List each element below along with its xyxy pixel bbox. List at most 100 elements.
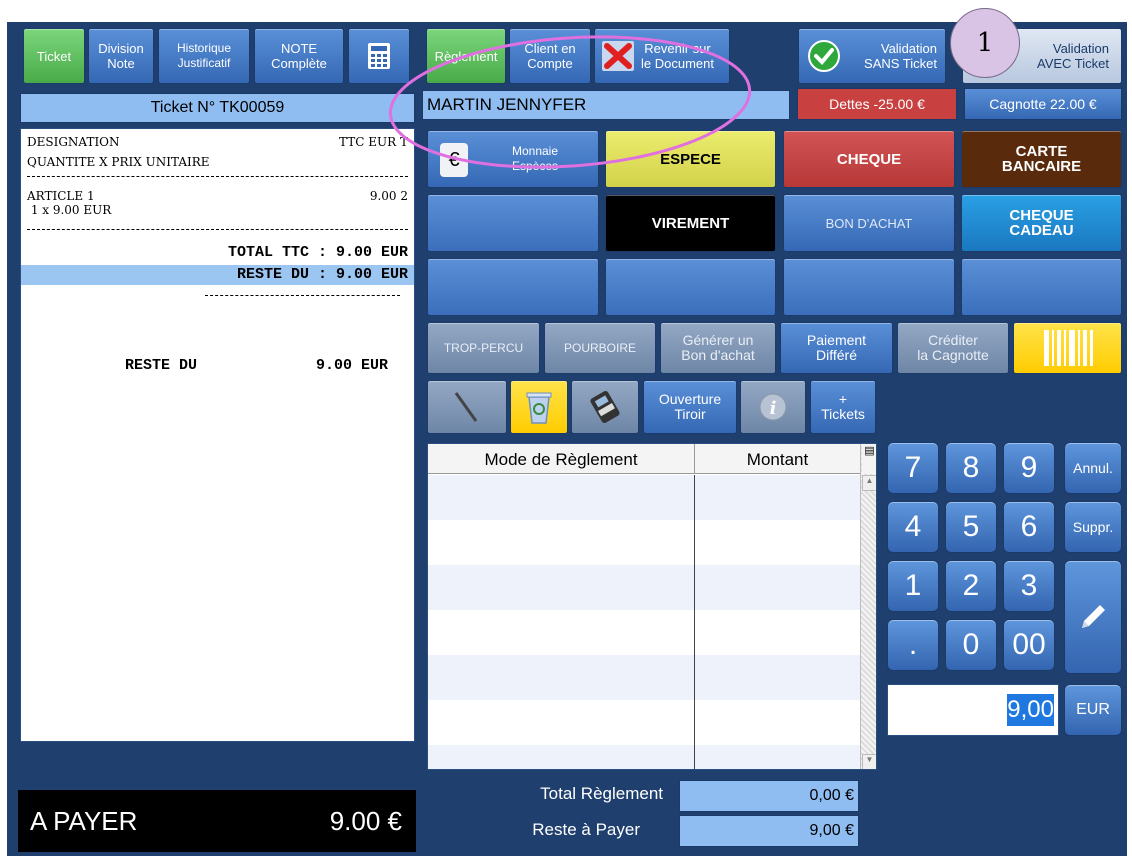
- card-terminal-icon: [590, 390, 620, 424]
- payment-empty-button[interactable]: [605, 258, 776, 316]
- ticket-article: ARTICLE 1: [27, 189, 95, 203]
- carte-bancaire-button[interactable]: CARTE BANCAIRE: [961, 130, 1122, 188]
- cheque-button[interactable]: CHEQUE: [783, 130, 955, 188]
- edit-value-button[interactable]: [1064, 560, 1122, 674]
- payment-empty-button[interactable]: [427, 194, 599, 252]
- svg-text:i: i: [770, 398, 777, 419]
- ticket-qte-prix: QUANTITE X PRIX UNITAIRE: [27, 155, 210, 169]
- calculator-button[interactable]: [348, 28, 410, 84]
- checkmark-icon: [808, 40, 840, 72]
- a-payer-label: A PAYER: [30, 805, 138, 836]
- monnaie-especes-button[interactable]: € Monnaie Espèces: [427, 130, 599, 188]
- ticket-separator: [27, 229, 408, 230]
- a-payer-value: 9.00 €: [329, 805, 402, 836]
- ticket-article-qty: 1 x 9.00 EUR: [27, 203, 112, 217]
- ticket-article-price: 9.00 2: [369, 189, 408, 203]
- annul-button[interactable]: Annul.: [1064, 442, 1122, 494]
- step-badge: 1: [950, 8, 1020, 78]
- crediter-cagnotte-button[interactable]: Créditer la Cagnotte: [897, 322, 1009, 374]
- espece-button[interactable]: ESPECE: [605, 130, 776, 188]
- edit-tool-button[interactable]: [427, 380, 507, 434]
- key-6[interactable]: 6: [1003, 501, 1055, 553]
- table-row[interactable]: [428, 565, 860, 610]
- ticket-button[interactable]: Ticket: [23, 28, 85, 84]
- pencil-icon: [454, 392, 478, 422]
- table-row[interactable]: [428, 520, 860, 565]
- client-name: MARTIN JENNYFER: [422, 90, 790, 120]
- barcode-button[interactable]: [1013, 322, 1122, 374]
- column-mode-reglement[interactable]: Mode de Règlement: [428, 450, 694, 470]
- reste-payer-value: 9,00 €: [679, 815, 859, 847]
- pourboire-button[interactable]: POURBOIRE: [544, 322, 656, 374]
- key-3[interactable]: 3: [1003, 560, 1055, 612]
- ticket-total-ttc: TOTAL TTC : 9.00 EUR: [227, 244, 408, 261]
- validation-sans-ticket-button[interactable]: Validation SANS Ticket: [798, 28, 946, 84]
- currency-button[interactable]: EUR: [1064, 684, 1122, 736]
- table-row[interactable]: [428, 610, 860, 655]
- total-reglement-label: Total Règlement: [540, 784, 663, 803]
- info-icon: i: [759, 393, 787, 421]
- card-terminal-button[interactable]: [571, 380, 639, 434]
- calculator-icon: [368, 43, 390, 69]
- generer-bon-achat-button[interactable]: Générer un Bon d'achat: [660, 322, 776, 374]
- plus-tickets-button[interactable]: + Tickets: [810, 380, 876, 434]
- key-9[interactable]: 9: [1003, 442, 1055, 494]
- delete-button[interactable]: [510, 380, 568, 434]
- ticket-reste-du-line: RESTE DU : 9.00 EUR: [236, 266, 408, 283]
- total-reglement-value: 0,00 €: [679, 780, 859, 812]
- vertical-scrollbar[interactable]: ▤ ▲ ▼: [860, 444, 876, 769]
- column-montant[interactable]: Montant: [695, 450, 860, 470]
- ticket-separator: [205, 295, 400, 296]
- key-0[interactable]: 0: [945, 619, 997, 671]
- table-row[interactable]: [428, 700, 860, 745]
- close-icon: [602, 41, 634, 71]
- reglement-button[interactable]: Règlement: [426, 28, 506, 84]
- division-note-button[interactable]: Division Note: [88, 28, 154, 84]
- amount-input[interactable]: 9,00: [887, 684, 1059, 736]
- payment-empty-button[interactable]: [427, 258, 599, 316]
- suppr-button[interactable]: Suppr.: [1064, 501, 1122, 553]
- virement-button[interactable]: VIREMENT: [605, 194, 776, 252]
- key-8[interactable]: 8: [945, 442, 997, 494]
- payment-empty-button[interactable]: [783, 258, 955, 316]
- scroll-down-icon[interactable]: ▼: [862, 754, 876, 769]
- info-button[interactable]: i: [740, 380, 806, 434]
- column-divider: [694, 475, 695, 769]
- table-row[interactable]: [428, 745, 860, 769]
- table-row[interactable]: [428, 475, 860, 520]
- payment-empty-button[interactable]: [961, 258, 1122, 316]
- key-5[interactable]: 5: [945, 501, 997, 553]
- historique-button[interactable]: Historique Justificatif: [158, 28, 250, 84]
- ticket-designation: DESIGNATION: [27, 135, 120, 149]
- revenir-document-button[interactable]: Revenir sur le Document: [594, 28, 730, 84]
- key-4[interactable]: 4: [887, 501, 939, 553]
- dettes-badge: Dettes -25.00 €: [797, 88, 957, 120]
- cagnotte-button[interactable]: Cagnotte 22.00 €: [964, 88, 1122, 120]
- scroll-up-icon[interactable]: ▲: [862, 475, 876, 491]
- client-compte-button[interactable]: Client en Compte: [509, 28, 591, 84]
- key-decimal[interactable]: .: [887, 619, 939, 671]
- ticket-reste-du-label: RESTE DU: [125, 357, 198, 374]
- table-body: [428, 475, 860, 769]
- cheque-cadeau-button[interactable]: CHEQUE CADEAU: [961, 194, 1122, 252]
- trash-icon: [526, 392, 552, 424]
- amount-input-value: 9,00: [1007, 694, 1054, 726]
- ouverture-tiroir-button[interactable]: Ouverture Tiroir: [643, 380, 737, 434]
- table-header: Mode de Règlement Montant: [428, 444, 860, 474]
- pencil-icon: [1082, 605, 1105, 628]
- column-chooser-icon[interactable]: ▤: [862, 444, 876, 474]
- ticket-reste-du-value: 9.00 EUR: [315, 357, 388, 374]
- table-row[interactable]: [428, 655, 860, 700]
- euro-icon: €: [440, 143, 468, 177]
- reste-payer-label: Reste à Payer: [532, 820, 640, 839]
- key-2[interactable]: 2: [945, 560, 997, 612]
- paiement-differe-button[interactable]: Paiement Différé: [780, 322, 893, 374]
- note-complete-button[interactable]: NOTE Complète: [254, 28, 344, 84]
- trop-percu-button[interactable]: TROP-PERCU: [427, 322, 540, 374]
- a-payer-display: A PAYER 9.00 €: [18, 790, 416, 852]
- key-00[interactable]: 00: [1003, 619, 1055, 671]
- bon-achat-button[interactable]: BON D'ACHAT: [783, 194, 955, 252]
- ticket-separator: [27, 176, 408, 177]
- key-1[interactable]: 1: [887, 560, 939, 612]
- key-7[interactable]: 7: [887, 442, 939, 494]
